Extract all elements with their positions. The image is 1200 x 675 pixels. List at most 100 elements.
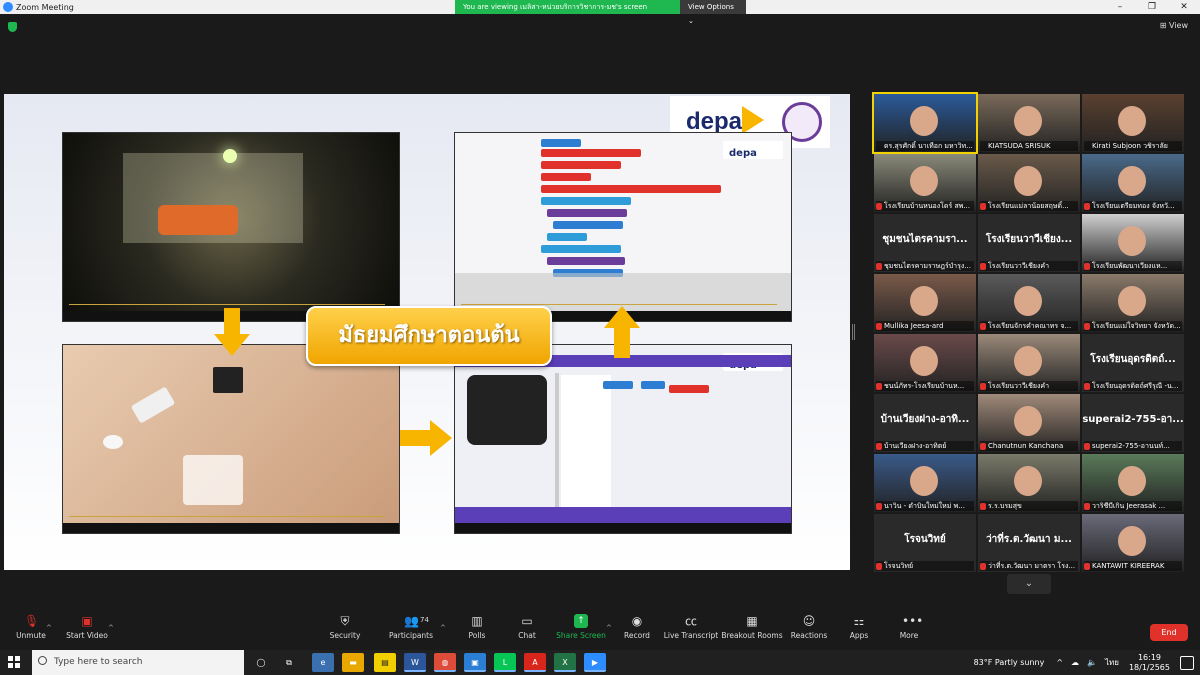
clock-time: 16:19 [1137, 652, 1162, 662]
maximize-button[interactable]: ❐ [1136, 0, 1168, 14]
participant-tile[interactable]: Chanutnun Kanchana [978, 394, 1080, 452]
participant-tile[interactable]: โรงเรียนวาวีเชียงคำ [978, 334, 1080, 392]
video-progress-bar [461, 304, 777, 305]
security-button[interactable]: ⛨ Security [314, 614, 376, 640]
flow-arrow-right-icon [400, 420, 452, 456]
participant-display-name: โรงเรียนวาวีเชียง... [985, 234, 1073, 245]
code-block [541, 197, 631, 205]
bar-chart-icon: ▥ [471, 614, 483, 628]
participant-tile[interactable]: โรงเรียนแม่ใจวิทยา จังหวัด... [1082, 274, 1184, 332]
windows-start-icon[interactable] [8, 656, 20, 668]
participant-tile[interactable]: โรงเรียนวาวีเชียง... โรงเรียนวาวีเชียงคำ [978, 214, 1080, 272]
chrome-icon[interactable]: ◍ [434, 653, 456, 672]
panel-resize-handle[interactable] [852, 324, 855, 340]
participant-tile[interactable]: KANTAWIT KIREERAK [1082, 514, 1184, 572]
share-screen-label: Share Screen [556, 631, 606, 640]
participants-count: 74 [420, 616, 429, 624]
editor-footer [455, 507, 791, 523]
participant-face [910, 106, 938, 136]
record-label: Record [624, 631, 650, 640]
taskbar-search-box[interactable]: Type here to search [32, 650, 244, 675]
gallery-next-page-button[interactable]: ⌄ [1007, 574, 1051, 594]
word-icon[interactable]: W [404, 653, 426, 672]
window-title: Zoom Meeting [16, 2, 74, 12]
participant-tile[interactable]: ดร.สุรศักดิ์ นาเทือก มหาวิท... [872, 92, 978, 154]
smiley-plus-icon: ☺ [802, 614, 816, 628]
video-options-chevron-icon[interactable]: ^ [108, 624, 114, 632]
participants-options-chevron-icon[interactable]: ^ [440, 624, 446, 632]
participant-tile[interactable]: โรงเรียนจักรคำคณาทร จ... [978, 274, 1080, 332]
code-block [641, 381, 665, 389]
participant-tile[interactable]: Kirati Subjoon วชิราลัย [1082, 94, 1184, 152]
code-block [553, 221, 623, 229]
video-controls-bar [455, 523, 791, 533]
input-language[interactable]: ไทย [1105, 656, 1119, 669]
participant-tile[interactable]: ชุมชนไตรคามรา... ชุมชนไตรคามราษฎร์บำรุง..… [874, 214, 976, 272]
participant-tile[interactable]: บ้านเวียงฝาง-อาทิ... บ้านเวียงฝาง-อาทิตย์ [874, 394, 976, 452]
participant-tile[interactable]: โรงเรียนพัฒนาเวียงแห... [1082, 214, 1184, 272]
unmute-button[interactable]: 🎙 Unmute [0, 614, 62, 640]
volume-icon[interactable]: 🔈 [1087, 658, 1097, 667]
more-button[interactable]: ••• More [878, 614, 940, 640]
participant-tile[interactable]: โรงเรียนแม่ลาน้อยสฤษดิ์... [978, 154, 1080, 212]
acrobat-icon[interactable]: A [524, 653, 546, 672]
participant-face [1014, 166, 1042, 196]
search-icon [38, 656, 47, 665]
chat-label: Chat [518, 631, 536, 640]
mic-muted-icon [1084, 503, 1090, 510]
file-explorer-icon[interactable]: ▬ [342, 653, 364, 672]
participant-tile[interactable]: superai2-755-อา... superai2-755-อานนท์... [1082, 394, 1184, 452]
participant-tile[interactable]: ชนน์ภัทร-โรงเรียนบ้านห... [874, 334, 976, 392]
participant-face [1014, 346, 1042, 376]
participant-tile[interactable]: ร.ร.บรมสุข [978, 454, 1080, 512]
participant-tile[interactable]: KIATSUDA SRISUK [978, 94, 1080, 152]
audio-options-chevron-icon[interactable]: ^ [46, 624, 52, 632]
participant-display-name: ว่าที่ร.ต.วัฒนา ม... [986, 534, 1072, 545]
sensor-module [130, 386, 176, 424]
tray-chevron-icon[interactable]: ^ [1056, 658, 1063, 667]
carrot-row [158, 205, 238, 235]
edge-icon[interactable]: e [312, 653, 334, 672]
excel-icon[interactable]: X [554, 653, 576, 672]
task-view-icon[interactable]: ⧉ [278, 653, 300, 672]
view-button[interactable]: ⊞ View [1160, 21, 1188, 30]
participant-tile[interactable]: โรจนวิทย์ โรจนวิทย์ [874, 514, 976, 572]
mic-muted-icon [876, 323, 882, 330]
participant-tile[interactable]: โรงเรียนอุดรดิตถ์... โรงเรียนอุดรดิตถ์ศรี… [1082, 334, 1184, 392]
zoom-taskbar-icon[interactable]: ▶ [584, 653, 606, 672]
participant-tile[interactable]: วาริชีบีเกิน Jeerasak ... [1082, 454, 1184, 512]
view-options-button[interactable]: View Options ⌄ [680, 0, 746, 25]
participants-button[interactable]: 👥 Participants [380, 614, 442, 640]
code-block [541, 185, 721, 193]
security-shield-icon[interactable] [8, 22, 17, 32]
clock-date: 18/1/2565 [1128, 662, 1170, 672]
participant-tile[interactable]: Mullika Jeesa-ard [874, 274, 976, 332]
cortana-icon[interactable]: ◯ [250, 653, 272, 672]
breakout-rooms-button[interactable]: ▦ Breakout Rooms [721, 614, 783, 640]
photos-icon[interactable]: ▣ [464, 653, 486, 672]
notification-center-icon[interactable] [1180, 655, 1194, 670]
participant-tile[interactable]: โรงเรียนเตรียมทอง จังหวั... [1082, 154, 1184, 212]
end-meeting-button[interactable]: End [1150, 624, 1188, 641]
mic-muted-icon [980, 203, 986, 210]
record-button[interactable]: ◉ Record [606, 614, 668, 640]
line-app-icon[interactable]: L [494, 653, 516, 672]
mic-muted-icon [980, 563, 986, 570]
participant-display-name: ชุมชนไตรคามรา... [882, 234, 968, 245]
participant-face [910, 166, 938, 196]
minimize-button[interactable]: – [1104, 0, 1136, 14]
mic-muted-icon [876, 503, 882, 510]
network-icon[interactable]: ☁ [1071, 658, 1079, 667]
share-screen-button[interactable]: ↑ Share Screen [550, 614, 612, 640]
block-categories [561, 375, 611, 525]
live-transcript-button[interactable]: ㏄ Live Transcript [660, 614, 722, 640]
clock[interactable]: 16:19 18/1/2565 [1129, 653, 1170, 673]
weather-widget[interactable]: 83°F Partly sunny [974, 658, 1045, 667]
participant-tile[interactable]: นาวิน - ดำบินใหม่ใหม่ พ... [874, 454, 976, 512]
close-button[interactable]: ✕ [1168, 0, 1200, 14]
sticky-notes-icon[interactable]: ▤ [374, 653, 396, 672]
participant-face [1118, 286, 1146, 316]
participant-tile[interactable]: โรงเรียนบ้านหนองโดร์ สพ... [874, 154, 976, 212]
participant-tile[interactable]: ว่าที่ร.ต.วัฒนา ม... ว่าที่ร.ต.วัฒนา มาตร… [978, 514, 1080, 572]
chat-button[interactable]: ▭ Chat [496, 614, 558, 640]
